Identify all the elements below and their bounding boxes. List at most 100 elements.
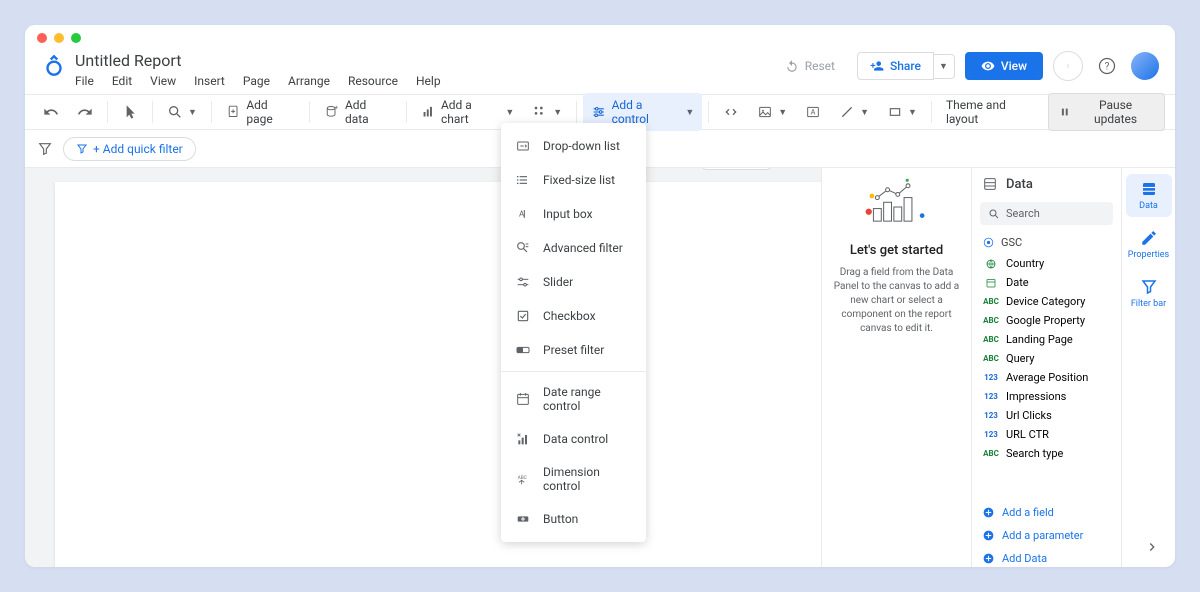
control-option-preset-filter[interactable]: Preset filter (501, 333, 646, 367)
eye-icon (981, 59, 995, 73)
data-source[interactable]: GSC (972, 231, 1121, 254)
expand-panel-button[interactable] (1145, 539, 1159, 558)
titlebar (25, 25, 1175, 45)
side-tabs: Data Properties Filter bar (1121, 168, 1175, 567)
url-embed-button[interactable] (715, 99, 747, 125)
side-tab-properties[interactable]: Properties (1126, 223, 1172, 266)
control-option-drop-down-list[interactable]: Drop-down list (501, 129, 646, 163)
filter-tab-icon (1140, 278, 1158, 296)
chart-icon (421, 104, 436, 120)
document-title[interactable]: Untitled Report (75, 51, 773, 70)
zoom-tool[interactable]: ▼ (159, 99, 205, 125)
plus-circle-icon (982, 506, 995, 519)
image-button[interactable]: ▼ (749, 99, 795, 125)
reset-button[interactable]: Reset (773, 53, 847, 79)
control-option-dimension-control[interactable]: ABCDimension control (501, 456, 646, 502)
rectangle-icon (887, 104, 903, 120)
svg-text:?: ? (1105, 61, 1110, 72)
control-option-checkbox[interactable]: Checkbox (501, 299, 646, 333)
apps-icon (532, 104, 548, 120)
view-button[interactable]: View (965, 52, 1043, 80)
add-quick-filter-chip[interactable]: + Add quick filter (63, 137, 196, 161)
chevron-down-icon: ▼ (939, 61, 948, 72)
menu-file[interactable]: File (75, 74, 94, 88)
filter-control-icon (591, 104, 606, 120)
share-button[interactable]: Share (857, 52, 934, 80)
add-field-link[interactable]: Add a field (972, 501, 1121, 524)
side-tab-filterbar[interactable]: Filter bar (1126, 272, 1172, 315)
field-query[interactable]: ABCQuery (972, 349, 1121, 368)
menu-resource[interactable]: Resource (348, 74, 398, 88)
control-option-advanced-filter[interactable]: Advanced filter (501, 231, 646, 265)
help-icon: ? (1097, 56, 1117, 76)
add-page-button[interactable]: Add page (218, 93, 304, 131)
control-option-data-control[interactable]: Data control (501, 422, 646, 456)
filter-icon (76, 143, 88, 155)
user-avatar[interactable] (1131, 52, 1159, 80)
code-icon (723, 104, 739, 120)
add-data-button[interactable]: +Add data (316, 93, 399, 131)
control-option-fixed-size-list[interactable]: Fixed-size list (501, 163, 646, 197)
field-url-clicks[interactable]: 123Url Clicks (972, 406, 1121, 425)
pause-icon (1059, 106, 1071, 118)
text-button[interactable]: A (797, 99, 829, 125)
field-date[interactable]: Date (972, 273, 1121, 292)
theme-layout-button[interactable]: Theme and layout (938, 93, 1047, 131)
field-list: CountryDateABCDevice CategoryABCGoogle P… (972, 254, 1121, 501)
menu-page[interactable]: Page (243, 74, 270, 88)
redo-icon (77, 104, 93, 120)
field-impressions[interactable]: 123Impressions (972, 387, 1121, 406)
field-device-category[interactable]: ABCDevice Category (972, 292, 1121, 311)
community-visualization-button[interactable]: ▼ (524, 99, 570, 125)
canvas-reset-button[interactable]: Reset (702, 168, 771, 170)
field-average-position[interactable]: 123Average Position (972, 368, 1121, 387)
text-icon: A (805, 104, 821, 120)
data-search-input[interactable]: Search (980, 202, 1113, 225)
redo-button[interactable] (69, 99, 101, 125)
add-control-dropdown: Drop-down listFixed-size listAInput boxA… (501, 123, 646, 542)
control-option-date-range-control[interactable]: Date range control (501, 376, 646, 422)
undo-icon (43, 104, 59, 120)
minimize-traffic-light[interactable] (54, 33, 64, 43)
menu-view[interactable]: View (150, 74, 176, 88)
pause-updates-button[interactable]: Pause updates (1048, 93, 1165, 131)
shape-button[interactable]: ▼ (879, 99, 925, 125)
select-tool[interactable] (114, 99, 146, 125)
menu-edit[interactable]: Edit (112, 74, 132, 88)
help-button[interactable]: ? (1093, 52, 1121, 80)
undo-icon (785, 59, 799, 73)
svg-text:+: + (335, 104, 339, 111)
line-button[interactable]: ▼ (831, 99, 877, 125)
maximize-traffic-light[interactable] (71, 33, 81, 43)
field-country[interactable]: Country (972, 254, 1121, 273)
svg-text:ABC: ABC (518, 475, 527, 481)
page-add-icon (226, 104, 242, 120)
control-option-slider[interactable]: Slider (501, 265, 646, 299)
menu-help[interactable]: Help (416, 74, 441, 88)
menu-insert[interactable]: Insert (194, 74, 225, 88)
plus-circle-icon (982, 529, 995, 542)
search-icon (988, 208, 1000, 220)
side-tab-data[interactable]: Data (1126, 174, 1172, 217)
add-parameter-link[interactable]: Add a parameter (972, 524, 1121, 547)
field-google-property[interactable]: ABCGoogle Property (972, 311, 1121, 330)
close-traffic-light[interactable] (37, 33, 47, 43)
menu-arrange[interactable]: Arrange (288, 74, 330, 88)
field-landing-page[interactable]: ABCLanding Page (972, 330, 1121, 349)
get-started-panel: Let's get started Drag a field from the … (821, 168, 971, 567)
undo-button[interactable] (35, 99, 67, 125)
share-dropdown-button[interactable]: ▼ (933, 54, 955, 79)
pencil-icon (1140, 229, 1158, 247)
control-option-input-box[interactable]: AInput box (501, 197, 646, 231)
control-option-button[interactable]: Button (501, 502, 646, 536)
field-url-ctr[interactable]: 123URL CTR (972, 425, 1121, 444)
line-icon (839, 104, 855, 120)
header: Untitled Report File Edit View Insert Pa… (25, 45, 1175, 88)
field-search-type[interactable]: ABCSearch type (972, 444, 1121, 463)
get-started-title: Let's get started (830, 243, 963, 258)
more-options-button[interactable] (1053, 51, 1083, 81)
report-canvas[interactable] (55, 182, 821, 567)
add-data-link[interactable]: Add Data (972, 547, 1121, 567)
datasource-icon (982, 236, 995, 249)
zoom-icon (167, 104, 183, 120)
